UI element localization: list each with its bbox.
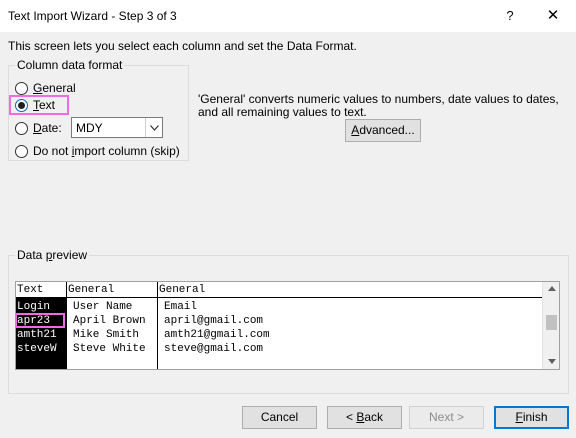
preview-cell: Email [164, 301, 198, 313]
radio-general-indicator[interactable] [15, 81, 28, 95]
column-header[interactable]: General [159, 284, 205, 297]
radio-skip-indicator[interactable] [15, 144, 28, 158]
preview-cell: steve@gmail.com [164, 343, 264, 355]
radio-general[interactable]: General [15, 80, 76, 96]
preview-cell: April Brown [73, 315, 146, 327]
radio-general-label: General [33, 81, 76, 95]
chevron-down-icon[interactable] [145, 118, 162, 137]
preview-cell: amth21@gmail.com [164, 329, 270, 341]
radio-date-label: Date: [33, 121, 62, 135]
preview-legend: Data preview [15, 248, 90, 262]
radio-skip-label: Do not import column (skip) [33, 144, 180, 158]
radio-skip[interactable]: Do not import column (skip) [15, 143, 180, 159]
preview-cell: Mike Smith [73, 329, 140, 341]
text-option-highlight [9, 95, 69, 115]
help-icon[interactable]: ? [500, 6, 520, 26]
selected-column-cells[interactable]: Login apr23 amth21 steveW [16, 298, 66, 369]
window-title: Text Import Wizard - Step 3 of 3 [8, 9, 177, 23]
advanced-button[interactable]: Advanced... [345, 119, 421, 142]
preview-cell: april@gmail.com [164, 315, 264, 327]
preview-cell: Steve White [73, 343, 146, 355]
column-header[interactable]: General [68, 284, 114, 297]
preview-cell: amth21 [17, 329, 57, 341]
data-preview-grid[interactable]: Text Login apr23 amth21 steveW General U… [15, 281, 560, 370]
preview-column-general-1[interactable]: General User Name April Brown Mike Smith… [66, 282, 157, 369]
preview-cell: steveW [17, 343, 57, 355]
date-format-value: MDY [76, 121, 103, 135]
radio-date[interactable]: Date: [15, 120, 62, 136]
preview-vertical-scrollbar[interactable] [542, 282, 559, 369]
title-bar: Text Import Wizard - Step 3 of 3 ? ✕ [0, 0, 576, 32]
preview-column-text[interactable]: Text Login apr23 amth21 steveW [16, 282, 66, 369]
preview-cell: Login [17, 301, 51, 313]
scrollbar-thumb[interactable] [546, 315, 557, 330]
preview-cell: User Name [73, 301, 133, 313]
triangle-up-icon[interactable] [543, 282, 560, 296]
format-info-text: 'General' converts numeric values to num… [198, 92, 559, 119]
triangle-down-icon[interactable] [543, 355, 560, 369]
preview-column-general-2[interactable]: General Email april@gmail.com amth21@gma… [157, 282, 543, 369]
intro-text: This screen lets you select each column … [8, 39, 357, 53]
radio-date-indicator[interactable] [15, 121, 28, 135]
finish-button[interactable]: Finish [494, 406, 569, 429]
cancel-button[interactable]: Cancel [242, 406, 317, 429]
next-button[interactable]: Next > [409, 406, 484, 429]
date-format-select[interactable]: MDY [71, 117, 163, 138]
header-divider [16, 297, 544, 298]
close-icon[interactable]: ✕ [536, 3, 570, 29]
back-button[interactable]: < Back [327, 406, 402, 429]
preview-cell: apr23 [17, 315, 51, 327]
group-legend: Column data format [15, 58, 125, 72]
column-header[interactable]: Text [17, 284, 43, 297]
